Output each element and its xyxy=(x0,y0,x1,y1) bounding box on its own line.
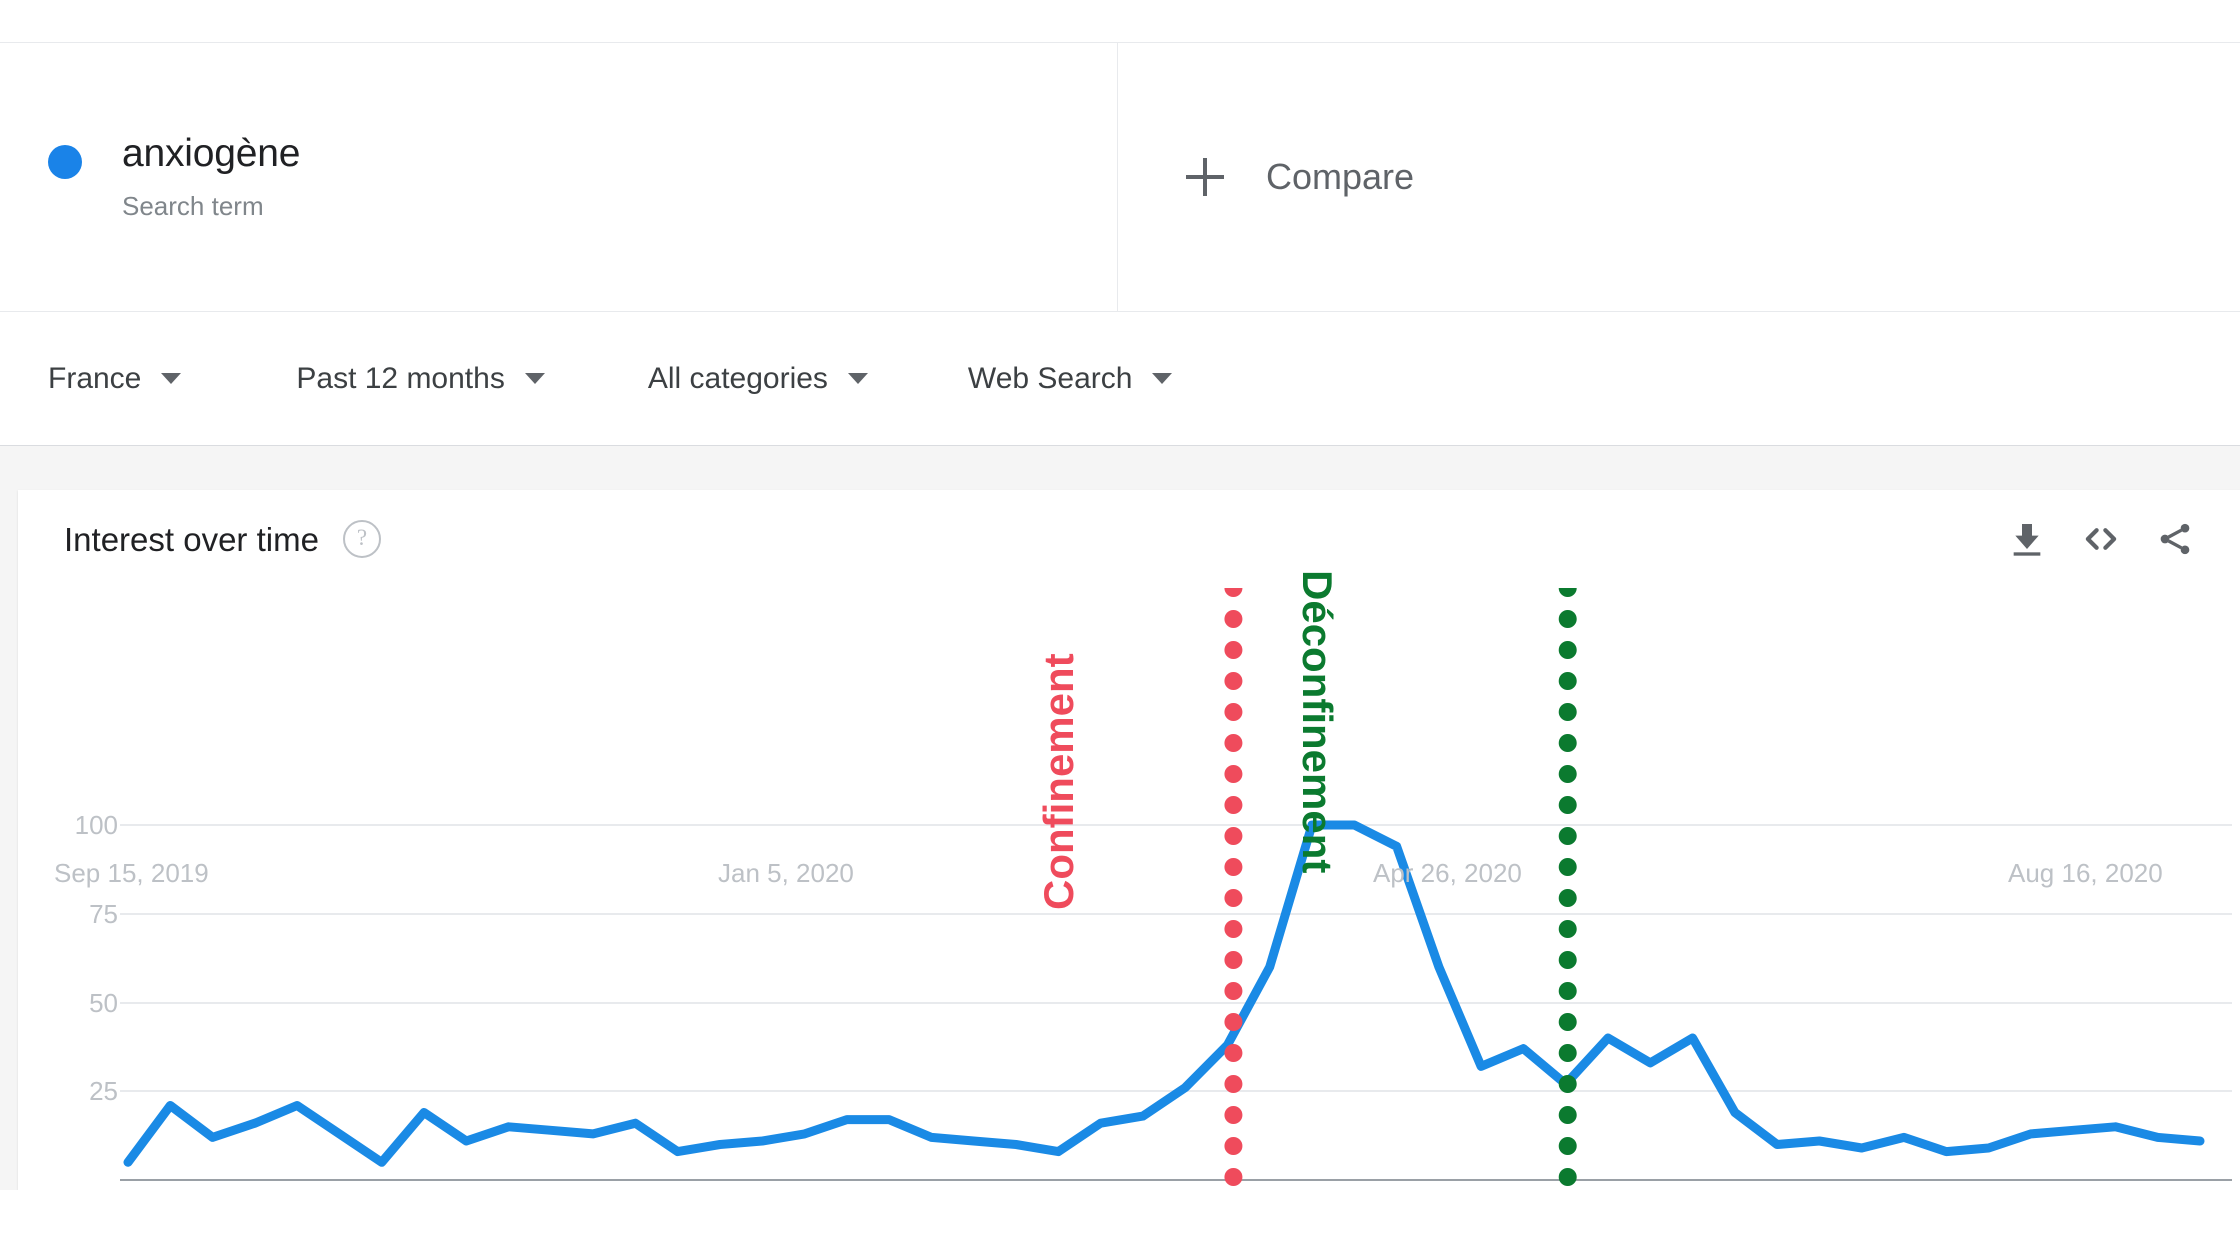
share-icon[interactable] xyxy=(2138,502,2212,576)
y-tick-25: 25 xyxy=(89,1076,118,1106)
chevron-down-icon xyxy=(524,373,545,384)
filter-time-range-label: Past 12 months xyxy=(296,361,505,395)
chevron-down-icon xyxy=(847,373,868,384)
card-header: Interest over time ? xyxy=(18,490,2240,588)
y-tick-50: 50 xyxy=(89,988,118,1018)
series-color-dot xyxy=(48,145,82,180)
filter-category[interactable]: All categories xyxy=(648,312,868,445)
card-title: Interest over time xyxy=(64,520,319,558)
x-tick-third: Apr 26, 2020 xyxy=(1373,858,1522,888)
embed-code-icon[interactable] xyxy=(2064,502,2138,576)
plus-icon xyxy=(1186,158,1224,196)
annotation-label-deconfinement: Déconfinement xyxy=(1294,570,1341,874)
filter-location[interactable]: France xyxy=(48,312,182,445)
filter-search-type-label: Web Search xyxy=(967,361,1133,395)
chart-plot-area: 100 75 50 25 Sep 15, 2019 Jan 5, 2020 Ap… xyxy=(18,570,2240,1190)
help-icon[interactable]: ? xyxy=(342,520,381,558)
filter-time-range[interactable]: Past 12 months xyxy=(296,312,545,445)
search-term-title: anxiogène xyxy=(122,132,301,176)
filter-bar: France Past 12 months All categories Web… xyxy=(0,312,2240,446)
annotation-label-confinement: Confinement xyxy=(1035,653,1082,910)
search-term-card: anxiogène Search term Compare xyxy=(0,42,2240,312)
filter-location-label: France xyxy=(48,361,142,395)
x-tick-start: Sep 15, 2019 xyxy=(54,858,209,888)
filter-category-label: All categories xyxy=(647,361,828,395)
trend-line-chart xyxy=(120,588,2232,1186)
add-comparison-button[interactable]: Compare xyxy=(1118,43,2240,311)
y-tick-75: 75 xyxy=(89,899,118,929)
card-actions xyxy=(1990,502,2212,576)
chevron-down-icon xyxy=(161,373,182,384)
google-trends-page: anxiogène Search term Compare France Pas… xyxy=(0,0,2240,1260)
x-tick-end: Aug 16, 2020 xyxy=(2008,858,2163,888)
search-term-subtitle: Search term xyxy=(122,191,264,222)
search-term-cell[interactable]: anxiogène Search term xyxy=(0,43,1118,311)
top-gutter xyxy=(0,0,2240,42)
y-tick-100: 100 xyxy=(74,810,118,840)
bottom-strip xyxy=(0,1190,2240,1260)
download-icon[interactable] xyxy=(1990,502,2064,576)
compare-label: Compare xyxy=(1266,156,1415,197)
filter-search-type[interactable]: Web Search xyxy=(968,312,1173,445)
chevron-down-icon xyxy=(1152,373,1173,384)
x-tick-second: Jan 5, 2020 xyxy=(718,858,854,888)
interest-over-time-card: Interest over time ? 100 75 50 25 Sep 15… xyxy=(18,490,2240,1190)
